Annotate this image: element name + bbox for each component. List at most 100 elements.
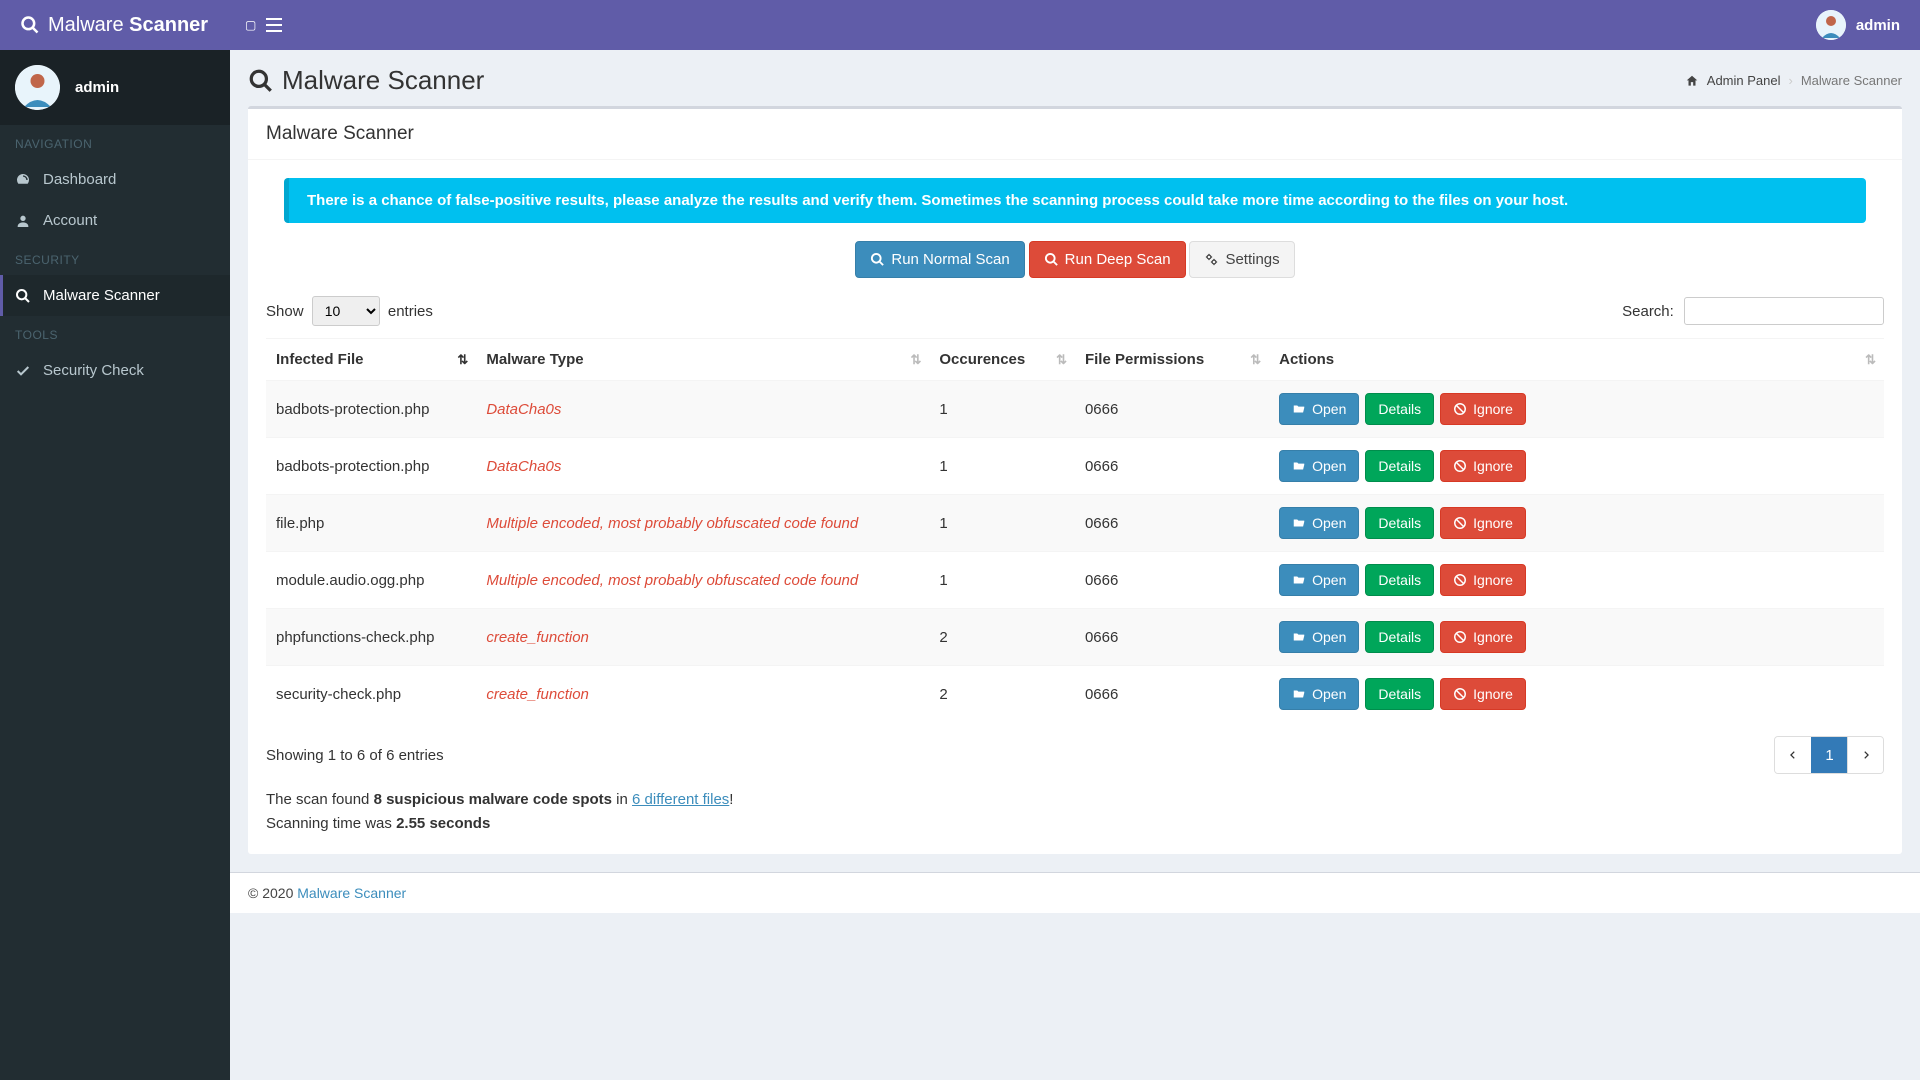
open-button[interactable]: Open [1279,393,1359,425]
cell-type: create_function [476,609,929,666]
details-button[interactable]: Details [1365,450,1434,482]
datatable-length: Show 10 entries [266,296,433,326]
sidebar-item-account[interactable]: Account [0,200,230,241]
open-button[interactable]: Open [1279,507,1359,539]
ignore-button[interactable]: Ignore [1440,393,1526,425]
cell-perm: 0666 [1075,666,1269,723]
sidebar-item-malware-scanner[interactable]: Malware Scanner [0,275,230,316]
cell-actions: OpenDetailsIgnore [1269,552,1884,609]
cell-perm: 0666 [1075,495,1269,552]
cell-type: DataCha0s [476,438,929,495]
box-header: Malware Scanner [248,109,1902,160]
col-occurences[interactable]: Occurences⇅ [929,339,1075,381]
cell-perm: 0666 [1075,381,1269,438]
datatable-controls: Show 10 entries Search: [266,296,1884,326]
info-alert: There is a chance of false-positive resu… [284,178,1866,223]
scan-button-row: Run Normal Scan Run Deep Scan Settings [266,241,1884,278]
details-button[interactable]: Details [1365,507,1434,539]
home-icon [1685,74,1699,88]
box: Malware Scanner There is a chance of fal… [248,106,1902,854]
run-deep-scan-button[interactable]: Run Deep Scan [1029,241,1186,278]
cell-occur: 1 [929,495,1075,552]
sidebar-header-navigation: NAVIGATION [0,125,230,159]
breadcrumb-current: Malware Scanner [1801,73,1902,88]
footer-link[interactable]: Malware Scanner [297,885,406,901]
col-infected-file[interactable]: Infected File⇅ [266,339,476,381]
cell-file: phpfunctions-check.php [266,609,476,666]
col-file-permissions[interactable]: File Permissions⇅ [1075,339,1269,381]
hamburger-icon[interactable] [266,18,282,32]
app-logo[interactable]: Malware Scanner [0,0,230,50]
folder-open-icon [1292,402,1306,416]
open-button[interactable]: Open [1279,450,1359,482]
avatar[interactable] [1816,10,1846,40]
content: Malware Scanner Admin Panel › Malware Sc… [230,50,1920,1080]
cell-perm: 0666 [1075,438,1269,495]
ignore-button[interactable]: Ignore [1440,564,1526,596]
col-actions[interactable]: Actions⇅ [1269,339,1884,381]
sidebar-item-label: Dashboard [43,171,116,188]
sidebar: admin NAVIGATION Dashboard Account SECUR… [0,50,230,1080]
page-number-button[interactable]: 1 [1811,737,1847,773]
folder-open-icon [1292,573,1306,587]
cell-type: Multiple encoded, most probably obfuscat… [476,552,929,609]
topbar-username[interactable]: admin [1856,17,1900,34]
cell-file: badbots-protection.php [266,438,476,495]
search-input[interactable] [1684,297,1884,325]
col-malware-type[interactable]: Malware Type⇅ [476,339,929,381]
cell-occur: 1 [929,438,1075,495]
settings-button[interactable]: Settings [1189,241,1294,278]
sidebar-item-label: Account [43,212,97,229]
sidebar-item-dashboard[interactable]: Dashboard [0,159,230,200]
page-next-button[interactable] [1847,737,1883,773]
chevron-right-icon [1861,750,1871,760]
search-icon [1044,252,1059,267]
search-icon [15,288,31,304]
open-button[interactable]: Open [1279,621,1359,653]
open-button[interactable]: Open [1279,678,1359,710]
details-button[interactable]: Details [1365,621,1434,653]
ban-icon [1453,687,1467,701]
ignore-button[interactable]: Ignore [1440,450,1526,482]
files-link[interactable]: 6 different files [632,791,729,808]
length-select[interactable]: 10 [312,296,380,326]
search-icon [870,252,885,267]
ignore-button[interactable]: Ignore [1440,678,1526,710]
datatable-search: Search: [1622,297,1884,325]
details-button[interactable]: Details [1365,564,1434,596]
cell-occur: 2 [929,609,1075,666]
table-row: module.audio.ogg.phpMultiple encoded, mo… [266,552,1884,609]
search-icon [248,68,274,94]
cell-file: module.audio.ogg.php [266,552,476,609]
datatable-info: Showing 1 to 6 of 6 entries [266,747,444,764]
ignore-button[interactable]: Ignore [1440,507,1526,539]
sidebar-item-label: Malware Scanner [43,287,160,304]
results-table: Infected File⇅ Malware Type⇅ Occurences⇅… [266,338,1884,722]
cell-type: DataCha0s [476,381,929,438]
topbar: Malware Scanner ▢ admin [0,0,1920,50]
sort-icon: ⇅ [1865,352,1876,368]
details-button[interactable]: Details [1365,393,1434,425]
collapse-icon[interactable]: ▢ [245,18,256,32]
sort-icon: ⇅ [1056,352,1067,368]
ignore-button[interactable]: Ignore [1440,621,1526,653]
box-title: Malware Scanner [266,123,1884,145]
sidebar-user-panel: admin [0,50,230,125]
sidebar-item-security-check[interactable]: Security Check [0,350,230,391]
run-normal-scan-button[interactable]: Run Normal Scan [855,241,1024,278]
folder-open-icon [1292,459,1306,473]
open-button[interactable]: Open [1279,564,1359,596]
cell-file: badbots-protection.php [266,381,476,438]
cell-occur: 2 [929,666,1075,723]
cell-file: file.php [266,495,476,552]
table-row: badbots-protection.phpDataCha0s10666Open… [266,381,1884,438]
breadcrumb-home[interactable]: Admin Panel [1707,73,1781,88]
page-prev-button[interactable] [1775,737,1811,773]
cell-actions: OpenDetailsIgnore [1269,609,1884,666]
logo-text-light: Malware [48,14,124,36]
sort-icon: ⇅ [457,352,468,368]
content-header: Malware Scanner Admin Panel › Malware Sc… [230,50,1920,106]
details-button[interactable]: Details [1365,678,1434,710]
cell-type: create_function [476,666,929,723]
scan-summary: The scan found 8 suspicious malware code… [266,788,1884,836]
